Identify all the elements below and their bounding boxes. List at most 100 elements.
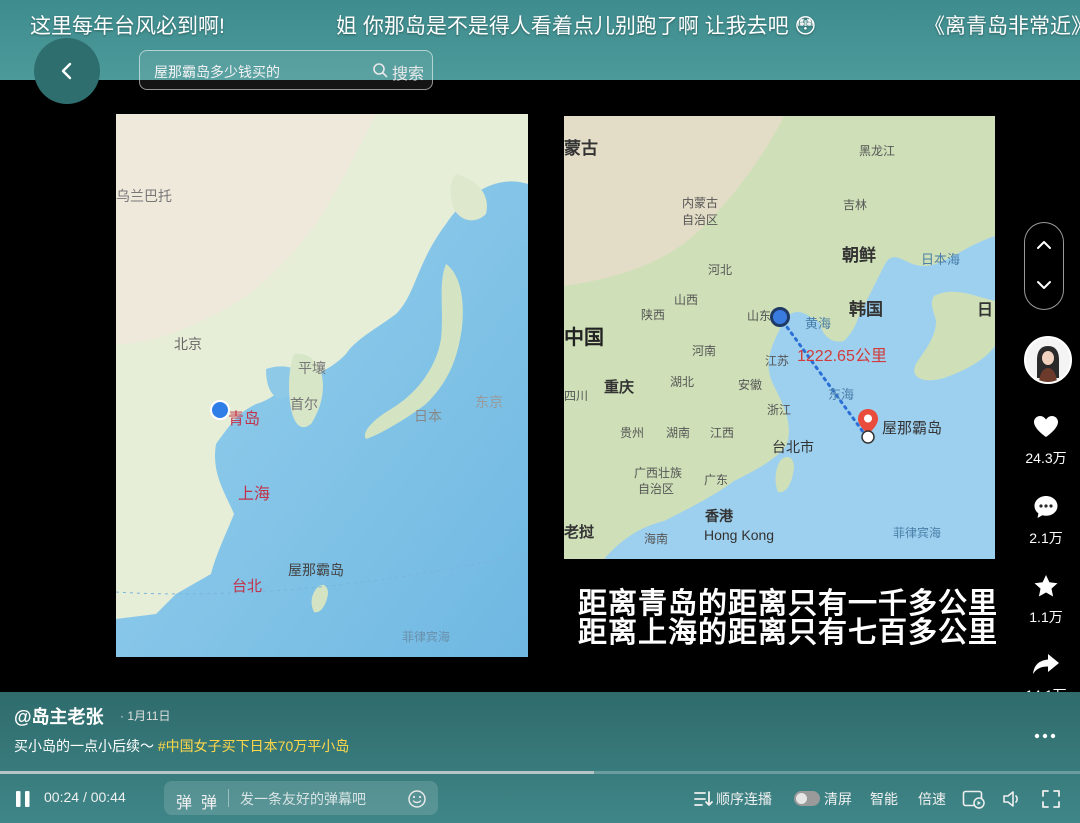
speed-button[interactable]: 倍速 <box>918 789 946 809</box>
danmaku-comment: 姐 你那岛是不是得人看着点儿别跑了啊 让我去吧 😳 <box>336 15 817 38</box>
map-label: 中国 <box>564 327 604 349</box>
map-label: 陕西 <box>641 308 666 322</box>
map-label: 广西壮族 <box>634 466 683 480</box>
danmaku-comment: 《离青岛非常近》 <box>924 15 1080 38</box>
map-left: 乌兰巴托 北京 平壤 首尔 青岛 日本 东京 上海 台北 屋那霸岛 菲律宾海 <box>116 114 528 657</box>
map-label: 四川 <box>564 389 589 403</box>
map-label: 黑龙江 <box>859 144 896 158</box>
current-time: 00:24 <box>44 789 80 805</box>
map-label: 浙江 <box>767 403 792 417</box>
time-display: 00:24 / 00:44 <box>44 789 126 805</box>
search-button[interactable]: 搜索 <box>392 60 424 84</box>
pause-icon[interactable] <box>14 790 32 808</box>
start-point-icon <box>770 307 790 327</box>
distance-label: 1222.65公里 <box>797 348 887 365</box>
progress-fill <box>0 771 594 774</box>
post-description: 买小岛的一点小后续～ #中国女子买下日本70万平小岛 <box>14 738 350 754</box>
danmaku-toggle[interactable]: 弹 <box>176 789 192 813</box>
map-label-city: 上海 <box>238 486 271 503</box>
map-label: 日本海 <box>921 252 961 267</box>
chevron-down-icon[interactable] <box>1034 275 1054 295</box>
map-label: 黄海 <box>805 316 832 331</box>
map-label: 贵州 <box>620 426 645 440</box>
heart-icon <box>1034 416 1058 437</box>
total-time: 00:44 <box>90 789 126 805</box>
divider <box>228 789 229 807</box>
pip-icon[interactable] <box>962 789 986 809</box>
author-name[interactable]: @岛主老张 <box>14 703 104 729</box>
fullscreen-icon[interactable] <box>1042 790 1060 808</box>
map-label: 蒙古 <box>564 139 598 158</box>
map-label: 北京 <box>174 336 202 352</box>
map-label: 河北 <box>708 263 733 277</box>
map-label: 江苏 <box>765 354 790 368</box>
map-label: 湖北 <box>670 375 695 389</box>
search-icon[interactable] <box>372 62 388 78</box>
map-label: 韩国 <box>849 300 883 319</box>
clear-screen-toggle[interactable] <box>794 791 820 806</box>
map-label: 乌兰巴托 <box>116 188 172 204</box>
avatar-image <box>1026 338 1070 382</box>
map-label: 自治区 <box>682 213 719 227</box>
video-caption-line: 距离上海的距离只有七百多公里 <box>578 617 999 649</box>
map-right: 蒙古 黑龙江 内蒙古 自治区 吉林 朝鲜 日本海 河北 山西 陕西 山东 黄海 … <box>564 116 995 559</box>
map-pin-icon <box>858 409 878 444</box>
play-mode-button[interactable]: 顺序连播 <box>716 789 772 809</box>
map-label: 菲律宾海 <box>402 630 451 644</box>
route-line <box>777 314 868 438</box>
map-label: 内蒙古 <box>682 196 719 210</box>
favorite-count: 1.1万 <box>1029 609 1063 625</box>
map-label: 东海 <box>828 387 855 402</box>
comment-count: 2.1万 <box>1029 530 1063 546</box>
map-label: 日 <box>977 302 994 319</box>
comment-button[interactable]: 2.1万 <box>1020 495 1072 548</box>
playlist-icon <box>694 791 713 806</box>
map-label: 广东 <box>704 473 729 487</box>
map-label: 东京 <box>475 394 503 410</box>
map-label: 江西 <box>710 426 735 440</box>
chevron-up-icon[interactable] <box>1034 235 1054 255</box>
danmaku-comment: 这里每年台风必到啊! <box>30 15 225 38</box>
map-label-city: 青岛 <box>228 411 261 428</box>
map-label-city: 台北 <box>232 578 263 595</box>
map-label: 海南 <box>644 532 669 546</box>
clear-screen-label[interactable]: 清屏 <box>824 789 852 809</box>
map-label: 首尔 <box>290 396 318 412</box>
progress-bar[interactable] <box>0 771 1080 774</box>
share-icon <box>1033 654 1059 674</box>
emoji-icon[interactable] <box>407 789 427 809</box>
map-label: 湖南 <box>666 426 691 440</box>
favorite-button[interactable]: 1.1万 <box>1020 574 1072 627</box>
back-button[interactable] <box>34 38 100 104</box>
like-button[interactable]: 24.3万 <box>1020 415 1072 468</box>
danmaku-settings[interactable]: 弹 <box>201 789 217 813</box>
like-count: 24.3万 <box>1025 450 1067 466</box>
search-query[interactable]: 屋那霸岛多少钱买的 <box>154 62 280 82</box>
hashtag-link[interactable]: #中国女子买下日本70万平小岛 <box>158 738 349 754</box>
danmaku-input[interactable]: 发一条友好的弹幕吧 <box>240 789 366 809</box>
map-label: 重庆 <box>604 379 635 396</box>
quality-button[interactable]: 智能 <box>870 789 898 809</box>
map-label: 平壤 <box>298 360 326 376</box>
map-label: 老挝 <box>564 524 595 541</box>
map-label: 河南 <box>692 344 717 358</box>
star-icon <box>1034 575 1058 597</box>
emoji-icon: 😳 <box>794 15 817 38</box>
map-label: 安徽 <box>738 378 763 392</box>
map-label: 菲律宾海 <box>893 526 942 540</box>
chevron-left-icon <box>61 62 72 80</box>
author-avatar[interactable] <box>1024 336 1072 384</box>
map-label: 山东 <box>747 309 772 323</box>
comment-icon <box>1034 496 1058 518</box>
map-label: 朝鲜 <box>842 246 876 265</box>
map-label: 香港 <box>705 508 733 524</box>
video-nav-rail <box>1024 222 1064 310</box>
location-dot-icon <box>210 400 230 420</box>
post-date: · 1月11日 <box>120 709 171 723</box>
map-label: 屋那霸岛 <box>882 420 943 437</box>
map-label: 山西 <box>674 293 699 307</box>
more-icon[interactable] <box>1034 733 1056 739</box>
volume-icon[interactable] <box>1002 789 1024 809</box>
search-box[interactable]: 屋那霸岛多少钱买的 搜索 <box>139 50 433 90</box>
map-label: Hong Kong <box>704 527 775 543</box>
